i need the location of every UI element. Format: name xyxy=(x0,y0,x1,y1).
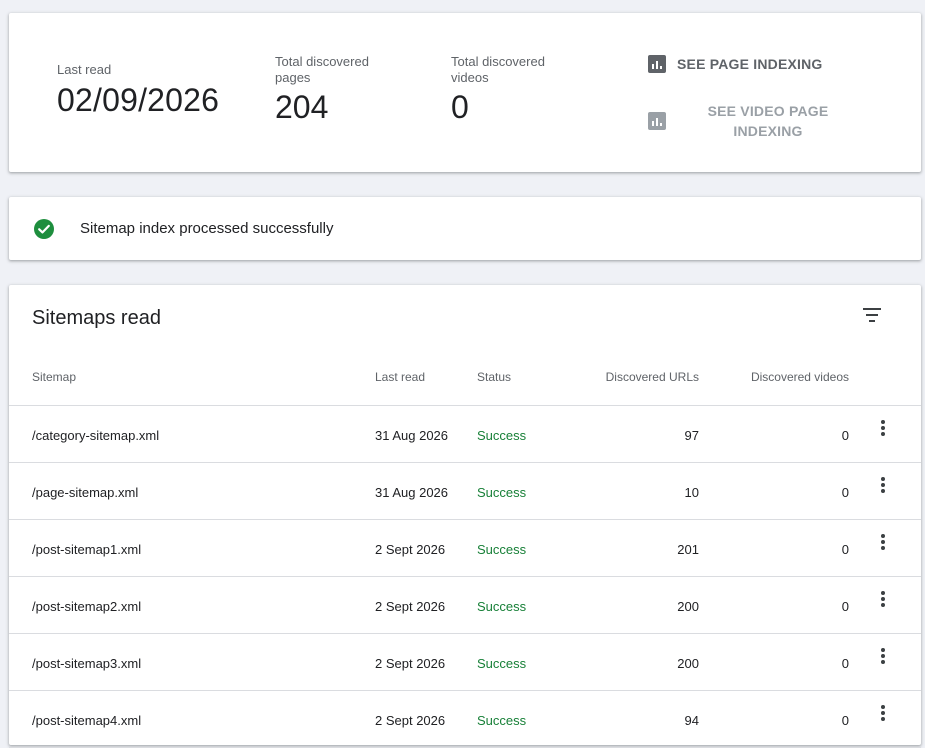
status-cell: Success xyxy=(477,542,527,557)
discovered-videos-cell: 0 xyxy=(841,542,849,557)
summary-card: Last read 02/09/2026 Total discovered pa… xyxy=(9,13,921,172)
table-header: Sitemap Last read Status Discovered URLs… xyxy=(9,356,921,406)
discovered-urls-cell: 97 xyxy=(684,428,699,443)
discovered-videos-cell: 0 xyxy=(841,656,849,671)
more-vert-icon[interactable] xyxy=(880,420,886,438)
sitemap-cell: /page-sitemap.xml xyxy=(32,485,139,500)
check-circle-icon xyxy=(34,219,54,239)
table-row[interactable]: /post-sitemap3.xml 2 Sept 2026 Success 2… xyxy=(9,634,921,691)
discovered-videos-value: 0 xyxy=(451,89,469,125)
discovered-videos-cell: 0 xyxy=(841,428,849,443)
discovered-videos-cell: 0 xyxy=(841,485,849,500)
see-video-page-indexing-button[interactable]: SEE VIDEO PAGE INDEXING xyxy=(648,101,842,141)
discovered-videos-stat: Total discovered videos 0 xyxy=(451,13,571,126)
more-vert-icon[interactable] xyxy=(880,648,886,666)
last-read-cell: 2 Sept 2026 xyxy=(375,656,446,671)
table-row[interactable]: /category-sitemap.xml 31 Aug 2026 Succes… xyxy=(9,406,921,463)
status-cell: Success xyxy=(477,485,527,500)
discovered-pages-label: Total discovered pages xyxy=(275,54,369,85)
status-message: Sitemap index processed successfully xyxy=(80,220,334,237)
last-read-cell: 2 Sept 2026 xyxy=(375,542,446,557)
sitemaps-table-card: Sitemaps read Sitemap Last read Status D… xyxy=(9,285,921,748)
discovered-videos-cell: 0 xyxy=(841,713,849,728)
discovered-videos-cell: 0 xyxy=(841,599,849,614)
column-header-discovered-videos[interactable]: Discovered videos xyxy=(751,370,849,384)
discovered-videos-label: Total discovered videos xyxy=(451,54,545,85)
see-page-indexing-button[interactable]: SEE PAGE INDEXING xyxy=(648,55,823,73)
discovered-pages-value: 204 xyxy=(275,89,329,125)
bar-chart-icon xyxy=(648,55,666,73)
last-read-stat: Last read 02/09/2026 xyxy=(57,13,219,119)
see-video-page-indexing-label: SEE VIDEO PAGE INDEXING xyxy=(707,103,829,139)
column-header-sitemap[interactable]: Sitemap xyxy=(32,370,76,384)
more-vert-icon[interactable] xyxy=(880,591,886,609)
last-read-cell: 2 Sept 2026 xyxy=(375,599,446,614)
column-header-last-read[interactable]: Last read xyxy=(375,370,425,384)
filter-icon[interactable] xyxy=(861,305,883,325)
sitemap-cell: /post-sitemap1.xml xyxy=(32,542,142,557)
table-title: Sitemaps read xyxy=(32,307,161,329)
last-read-label: Last read xyxy=(57,62,112,77)
discovered-urls-cell: 10 xyxy=(684,485,699,500)
table-row[interactable]: /post-sitemap2.xml 2 Sept 2026 Success 2… xyxy=(9,577,921,634)
sitemap-cell: /post-sitemap3.xml xyxy=(32,656,142,671)
status-cell: Success xyxy=(477,599,527,614)
discovered-urls-cell: 200 xyxy=(677,599,699,614)
more-vert-icon[interactable] xyxy=(880,705,886,723)
more-vert-icon[interactable] xyxy=(880,477,886,495)
sitemap-cell: /category-sitemap.xml xyxy=(32,428,160,443)
discovered-urls-cell: 94 xyxy=(684,713,699,728)
sitemap-cell: /post-sitemap4.xml xyxy=(32,713,142,728)
status-cell: Success xyxy=(477,428,527,443)
status-cell: Success xyxy=(477,713,527,728)
status-cell: Success xyxy=(477,656,527,671)
last-read-cell: 2 Sept 2026 xyxy=(375,713,446,728)
table-row[interactable]: /post-sitemap1.xml 2 Sept 2026 Success 2… xyxy=(9,520,921,577)
last-read-value: 02/09/2026 xyxy=(57,82,220,118)
table-row[interactable]: /post-sitemap4.xml 2 Sept 2026 Success 9… xyxy=(9,691,921,748)
column-header-status[interactable]: Status xyxy=(477,370,511,384)
column-header-discovered-urls[interactable]: Discovered URLs xyxy=(606,370,699,384)
see-page-indexing-label: SEE PAGE INDEXING xyxy=(677,56,823,72)
more-vert-icon[interactable] xyxy=(880,534,886,552)
status-card: Sitemap index processed successfully xyxy=(9,197,921,260)
discovered-pages-stat: Total discovered pages 204 xyxy=(275,13,395,126)
last-read-cell: 31 Aug 2026 xyxy=(375,485,449,500)
last-read-cell: 31 Aug 2026 xyxy=(375,428,449,443)
sitemap-cell: /post-sitemap2.xml xyxy=(32,599,142,614)
table-row[interactable]: /page-sitemap.xml 31 Aug 2026 Success 10… xyxy=(9,463,921,520)
discovered-urls-cell: 200 xyxy=(677,656,699,671)
bar-chart-icon xyxy=(648,112,666,130)
discovered-urls-cell: 201 xyxy=(677,542,699,557)
